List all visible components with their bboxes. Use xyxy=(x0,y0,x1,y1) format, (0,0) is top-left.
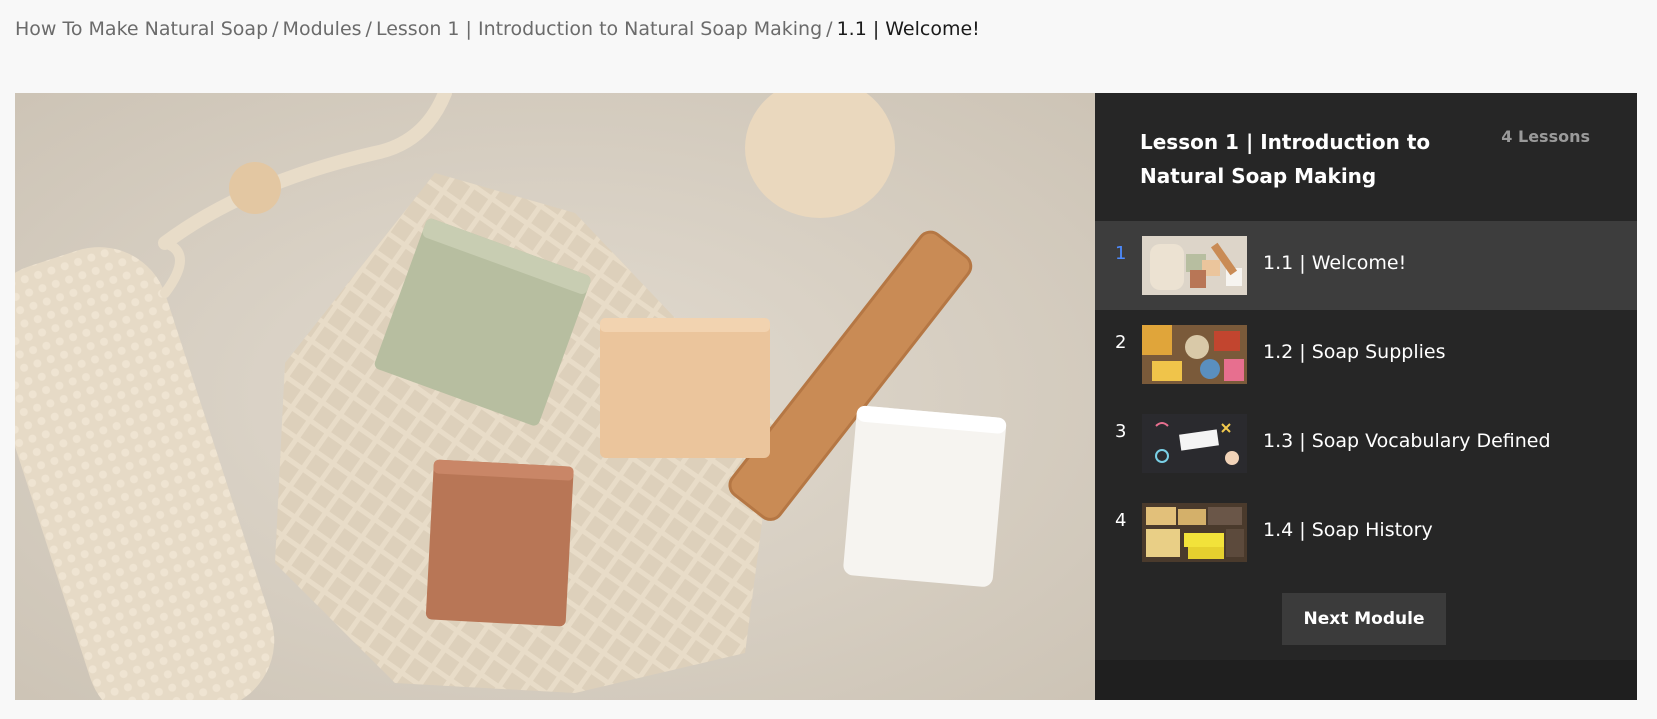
breadcrumb-current: 1.1 | Welcome! xyxy=(836,18,980,40)
lesson-number: 2 xyxy=(1115,332,1127,353)
breadcrumb-link-modules[interactable]: Modules xyxy=(283,18,362,40)
next-module-button[interactable]: Next Module xyxy=(1282,593,1446,645)
module-title: Lesson 1 | Introduction to Natural Soap … xyxy=(1140,130,1431,188)
panel-footer xyxy=(1095,660,1637,700)
lesson-number: 1 xyxy=(1115,243,1127,264)
lesson-item-4[interactable]: 4 1.4 | Soap History xyxy=(1095,488,1637,577)
lesson-item-3[interactable]: 3 1.3 | Soap Vocabulary Defined xyxy=(1095,399,1637,488)
lesson-title: 1.3 | Soap Vocabulary Defined xyxy=(1263,430,1551,452)
breadcrumb-separator: / xyxy=(365,18,372,40)
breadcrumb-separator: / xyxy=(826,18,833,40)
breadcrumb-link-course[interactable]: How To Make Natural Soap xyxy=(15,18,268,40)
soap-bars-photo xyxy=(15,93,1095,700)
lesson-thumbnail-icon xyxy=(1142,414,1247,473)
breadcrumb-link-module[interactable]: Lesson 1 | Introduction to Natural Soap … xyxy=(376,18,822,40)
lesson-number: 4 xyxy=(1115,510,1127,531)
lesson-thumbnail-icon xyxy=(1142,503,1247,562)
lesson-title: 1.4 | Soap History xyxy=(1263,519,1433,541)
breadcrumb-separator: / xyxy=(272,18,279,40)
module-panel: Lesson 1 | Introduction to Natural Soap … xyxy=(1095,93,1637,700)
lesson-title: 1.1 | Welcome! xyxy=(1263,252,1407,274)
lesson-thumbnail-icon xyxy=(1142,325,1247,384)
lesson-item-1[interactable]: 1 1.1 | Welcome! xyxy=(1095,221,1637,310)
lesson-hero-image xyxy=(15,93,1095,700)
lesson-count: 4 Lessons xyxy=(1501,127,1590,146)
lesson-title: 1.2 | Soap Supplies xyxy=(1263,341,1446,363)
breadcrumb: How To Make Natural Soap / Modules / Lesson … xyxy=(15,18,980,40)
lesson-thumbnail-icon xyxy=(1142,236,1247,295)
module-header: Lesson 1 | Introduction to Natural Soap … xyxy=(1095,93,1637,221)
lesson-item-2[interactable]: 2 1.2 | Soap Supplies xyxy=(1095,310,1637,399)
lesson-number: 3 xyxy=(1115,421,1127,442)
